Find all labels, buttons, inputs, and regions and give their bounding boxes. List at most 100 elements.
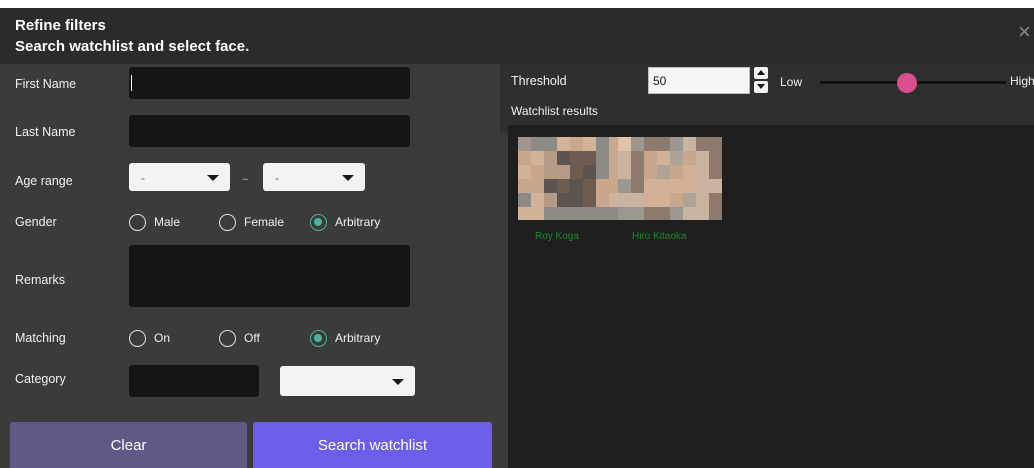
watchlist-results-label: Watchlist results	[511, 104, 598, 118]
face-pixel-block	[618, 137, 631, 151]
face-pixel-block	[670, 193, 683, 207]
threshold-label: Threshold	[511, 74, 567, 88]
face-pixel-block	[518, 207, 531, 220]
face-pixel-block	[670, 207, 683, 220]
face-pixel-block	[631, 179, 644, 193]
age-to-select[interactable]: -	[263, 163, 365, 191]
face-pixel-block	[696, 165, 709, 179]
gender-female-radio[interactable]: Female	[219, 214, 304, 232]
matching-on-radio[interactable]: On	[129, 330, 209, 348]
face-pixel-block	[696, 179, 709, 193]
face-pixel-block	[670, 179, 683, 193]
face-pixel-block	[531, 151, 544, 165]
last-name-input[interactable]	[129, 115, 410, 147]
face-pixel-block	[596, 151, 609, 165]
category-input[interactable]	[129, 365, 259, 397]
face-pixel-block	[518, 151, 531, 165]
face-pixel-block	[657, 179, 670, 193]
face-pixel-block	[683, 151, 696, 165]
gender-male-radio[interactable]: Male	[129, 214, 209, 232]
radio-label: Arbitrary	[335, 215, 381, 229]
remarks-textarea[interactable]	[129, 245, 410, 307]
face-pixel-block	[709, 151, 722, 165]
search-watchlist-button[interactable]: Search watchlist	[253, 422, 492, 468]
face-pixel-block	[531, 179, 544, 193]
face-pixel-block	[518, 193, 531, 207]
face-pixel-block	[696, 193, 709, 207]
last-name-label: Last Name	[15, 125, 76, 139]
age-range-label: Age range	[15, 174, 73, 188]
threshold-slider-thumb[interactable]	[897, 73, 917, 93]
face-pixel-block	[618, 151, 631, 165]
refine-filters-dialog: Refine filters Search watchlist and sele…	[0, 8, 1034, 468]
face-pixel-block	[644, 193, 657, 207]
face-pixel-block	[709, 137, 722, 151]
face-pixel-block	[557, 179, 570, 193]
face-pixel-block	[644, 179, 657, 193]
face-pixel-block	[696, 137, 709, 151]
face-pixel-block	[557, 207, 570, 220]
face-pixel-block	[670, 137, 683, 151]
age-from-select[interactable]: -	[129, 163, 230, 191]
radio-label: Female	[244, 215, 285, 229]
face-pixel-block	[657, 151, 670, 165]
age-range-separator: ~	[242, 174, 249, 186]
radio-checked-icon	[310, 214, 327, 231]
face-name[interactable]: Roy Koga	[535, 231, 579, 242]
face-pixel-block	[683, 137, 696, 151]
face-thumbnail-roy-koga[interactable]	[518, 137, 622, 220]
chevron-down-icon	[207, 175, 219, 181]
face-pixel-block	[518, 165, 531, 179]
radio-unchecked-icon	[219, 330, 236, 347]
close-icon[interactable]: ×	[1018, 21, 1034, 43]
radio-label: Male	[154, 215, 181, 229]
face-pixel-block	[544, 137, 557, 151]
radio-label: Arbitrary	[335, 331, 381, 345]
spin-up-icon[interactable]	[754, 67, 768, 79]
radio-checked-icon	[310, 330, 327, 347]
face-pixel-block	[631, 137, 644, 151]
face-pixel-block	[683, 207, 696, 220]
face-pixel-block	[570, 179, 583, 193]
first-name-input[interactable]	[129, 67, 410, 99]
spin-down-icon[interactable]	[754, 81, 768, 93]
face-pixel-block	[557, 151, 570, 165]
face-pixel-block	[557, 193, 570, 207]
face-pixel-block	[631, 151, 644, 165]
face-name[interactable]: Hiro Kitaoka	[632, 231, 686, 242]
face-pixel-block	[618, 165, 631, 179]
face-pixel-block	[657, 193, 670, 207]
face-pixel-block	[683, 165, 696, 179]
face-pixel-block	[644, 137, 657, 151]
threshold-input[interactable]	[648, 67, 750, 94]
face-pixel-block	[596, 179, 609, 193]
face-pixel-block	[531, 165, 544, 179]
gender-arbitrary-radio[interactable]: Arbitrary	[310, 214, 400, 232]
face-pixel-block	[583, 165, 596, 179]
text-caret	[131, 75, 132, 91]
face-thumbnail-hiro-kitaoka[interactable]	[618, 137, 722, 220]
matching-arbitrary-radio[interactable]: Arbitrary	[310, 330, 400, 348]
face-pixel-block	[644, 151, 657, 165]
face-pixel-block	[518, 137, 531, 151]
remarks-label: Remarks	[15, 273, 66, 287]
face-pixel-block	[709, 207, 722, 220]
face-pixel-block	[570, 193, 583, 207]
face-pixel-block	[544, 179, 557, 193]
face-pixel-block	[583, 207, 596, 220]
face-pixel-block	[657, 207, 670, 220]
dialog-header: Refine filters Search watchlist and sele…	[0, 8, 1034, 64]
face-pixel-block	[570, 165, 583, 179]
clear-button[interactable]: Clear	[10, 422, 247, 468]
face-pixel-block	[596, 193, 609, 207]
face-pixel-block	[544, 165, 557, 179]
face-pixel-block	[596, 207, 609, 220]
face-pixel-block	[596, 137, 609, 151]
category-select[interactable]	[280, 366, 415, 396]
matching-off-radio[interactable]: Off	[219, 330, 299, 348]
face-pixel-block	[670, 165, 683, 179]
face-pixel-block	[618, 193, 631, 207]
face-pixel-block	[583, 137, 596, 151]
face-pixel-block	[618, 179, 631, 193]
face-pixel-block	[531, 207, 544, 220]
